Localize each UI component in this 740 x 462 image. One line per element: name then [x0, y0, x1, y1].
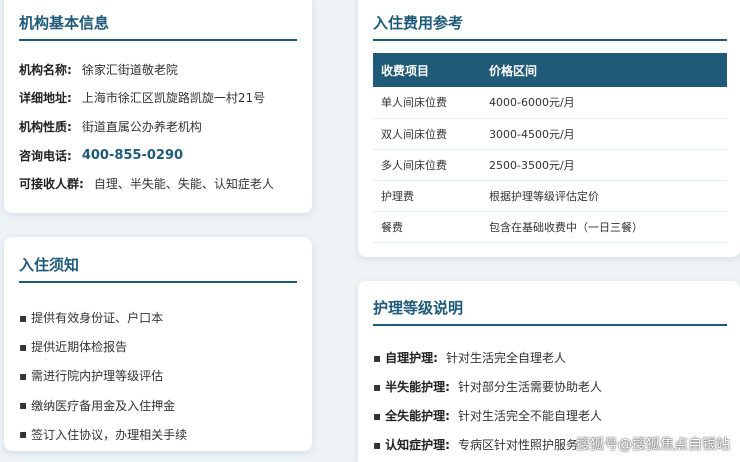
- table-cell: 2500-3500元/月: [489, 149, 727, 182]
- bullet-icon: ▪: [19, 368, 28, 383]
- list-item-text: 签订入住协议，办理相关手续: [31, 427, 188, 442]
- table-cell: 根据护理等级评估定价: [489, 180, 727, 213]
- fee-table: 收费项目 价格区间 单人间床位费 4000-6000元/月 双人间床位费 300…: [373, 53, 727, 244]
- basic-info-title: 机构基本信息: [19, 12, 297, 41]
- level-label: 全失能护理:: [385, 409, 450, 423]
- list-item: ▪ 提供有效身份证、户口本: [19, 303, 297, 332]
- info-label: 机构性质:: [19, 119, 72, 134]
- column-header-item: 收费项目: [373, 53, 489, 87]
- level-description: 针对生活完全自理老人: [445, 351, 566, 365]
- table-row: 双人间床位费 3000-4500元/月: [373, 118, 727, 150]
- list-item: ▪ 提供近期体检报告: [19, 332, 297, 361]
- level-description: 针对部分生活需要协助老人: [457, 380, 602, 394]
- table-cell: 单人间床位费: [373, 87, 489, 119]
- table-cell: 4000-6000元/月: [489, 87, 727, 119]
- info-label: 可接收人群:: [19, 177, 84, 192]
- table-cell: 3000-4500元/月: [489, 118, 727, 150]
- info-row-type: 机构性质: 街道直属公办养老机构: [19, 112, 297, 141]
- table-cell: 餐费: [373, 211, 489, 244]
- list-item-text: 提供有效身份证、户口本: [31, 311, 164, 326]
- info-value: 徐家汇街道敬老院: [81, 62, 178, 77]
- bullet-icon: ▪: [19, 427, 28, 442]
- info-row-accepted-residents: 可接收人群: 自理、半失能、失能、认知症老人: [19, 169, 297, 198]
- table-row: 餐费 包含在基础收费中（一日三餐）: [373, 211, 727, 244]
- bullet-icon: ▪: [373, 437, 382, 452]
- bullet-icon: ▪: [19, 310, 28, 325]
- admission-notice-list: ▪ 提供有效身份证、户口本 ▪ 提供近期体检报告 ▪ 需进行院内护理等级评估 ▪ 缴纳医…: [19, 303, 297, 449]
- column-header-price: 价格区间: [489, 53, 727, 87]
- list-item: ▪ 半失能护理: 针对部分生活需要协助老人: [373, 372, 727, 401]
- info-row-name: 机构名称: 徐家汇街道敬老院: [19, 55, 297, 84]
- table-row: 单人间床位费 4000-6000元/月: [373, 87, 727, 119]
- fee-table-header-row: 收费项目 价格区间: [373, 53, 727, 87]
- level-description: 专病区针对性照护服务: [457, 438, 578, 452]
- info-label: 咨询电话:: [19, 148, 72, 163]
- table-row: 护理费 根据护理等级评估定价: [373, 180, 727, 213]
- list-item: ▪ 缴纳医疗备用金及入住押金: [19, 391, 297, 420]
- admission-notice-card: 入住须知 ▪ 提供有效身份证、户口本 ▪ 提供近期体检报告 ▪ 需进行院内护理等级评估…: [4, 237, 312, 451]
- table-cell: 护理费: [373, 180, 489, 213]
- info-label: 详细地址:: [19, 91, 72, 106]
- bullet-icon: ▪: [19, 398, 28, 413]
- info-value: 自理、半失能、失能、认知症老人: [93, 177, 274, 192]
- level-label: 自理护理:: [385, 351, 438, 365]
- list-item: ▪ 自理护理: 针对生活完全自理老人: [373, 343, 727, 372]
- bullet-icon: ▪: [373, 379, 382, 394]
- info-label: 机构名称:: [19, 62, 72, 77]
- table-cell: 多人间床位费: [373, 149, 489, 182]
- bullet-icon: ▪: [19, 339, 28, 354]
- list-item-text: 缴纳医疗备用金及入住押金: [31, 398, 176, 413]
- watermark-text: 搜狐号@搜狐焦点自银站: [576, 437, 730, 453]
- bullet-icon: ▪: [373, 350, 382, 365]
- level-description: 针对生活完全不能自理老人: [457, 409, 602, 423]
- info-value: 上海市徐汇区凯旋路凯旋一村21号: [81, 91, 266, 106]
- level-label: 半失能护理:: [385, 380, 450, 394]
- list-item: ▪ 签订入住协议，办理相关手续: [19, 420, 297, 449]
- list-item-text: 需进行院内护理等级评估: [31, 369, 164, 384]
- info-value: 街道直属公办养老机构: [81, 119, 202, 134]
- list-item: ▪ 需进行院内护理等级评估: [19, 361, 297, 390]
- care-levels-title: 护理等级说明: [373, 297, 727, 326]
- bullet-icon: ▪: [373, 408, 382, 423]
- phone-number-link[interactable]: 400-855-0290: [82, 148, 183, 163]
- basic-info-card: 机构基本信息 机构名称: 徐家汇街道敬老院 详细地址: 上海市徐汇区凯旋路凯旋一…: [4, 0, 312, 213]
- admission-notice-title: 入住须知: [19, 254, 297, 283]
- list-item-text: 提供近期体检报告: [31, 340, 128, 355]
- info-row-address: 详细地址: 上海市徐汇区凯旋路凯旋一村21号: [19, 84, 297, 113]
- info-row-phone: 咨询电话: 400-855-0290: [19, 141, 297, 170]
- basic-info-list: 机构名称: 徐家汇街道敬老院 详细地址: 上海市徐汇区凯旋路凯旋一村21号 机构…: [19, 55, 297, 198]
- table-cell: 双人间床位费: [373, 118, 489, 150]
- table-row: 多人间床位费 2500-3500元/月: [373, 149, 727, 182]
- fee-reference-title: 入住费用参考: [373, 12, 727, 41]
- level-label: 认知症护理:: [385, 438, 450, 452]
- table-cell: 包含在基础收费中（一日三餐）: [489, 211, 727, 244]
- list-item: ▪ 全失能护理: 针对生活完全不能自理老人: [373, 401, 727, 430]
- fee-reference-card: 入住费用参考 收费项目 价格区间 单人间床位费 4000-6000元/月 双人间…: [358, 0, 740, 257]
